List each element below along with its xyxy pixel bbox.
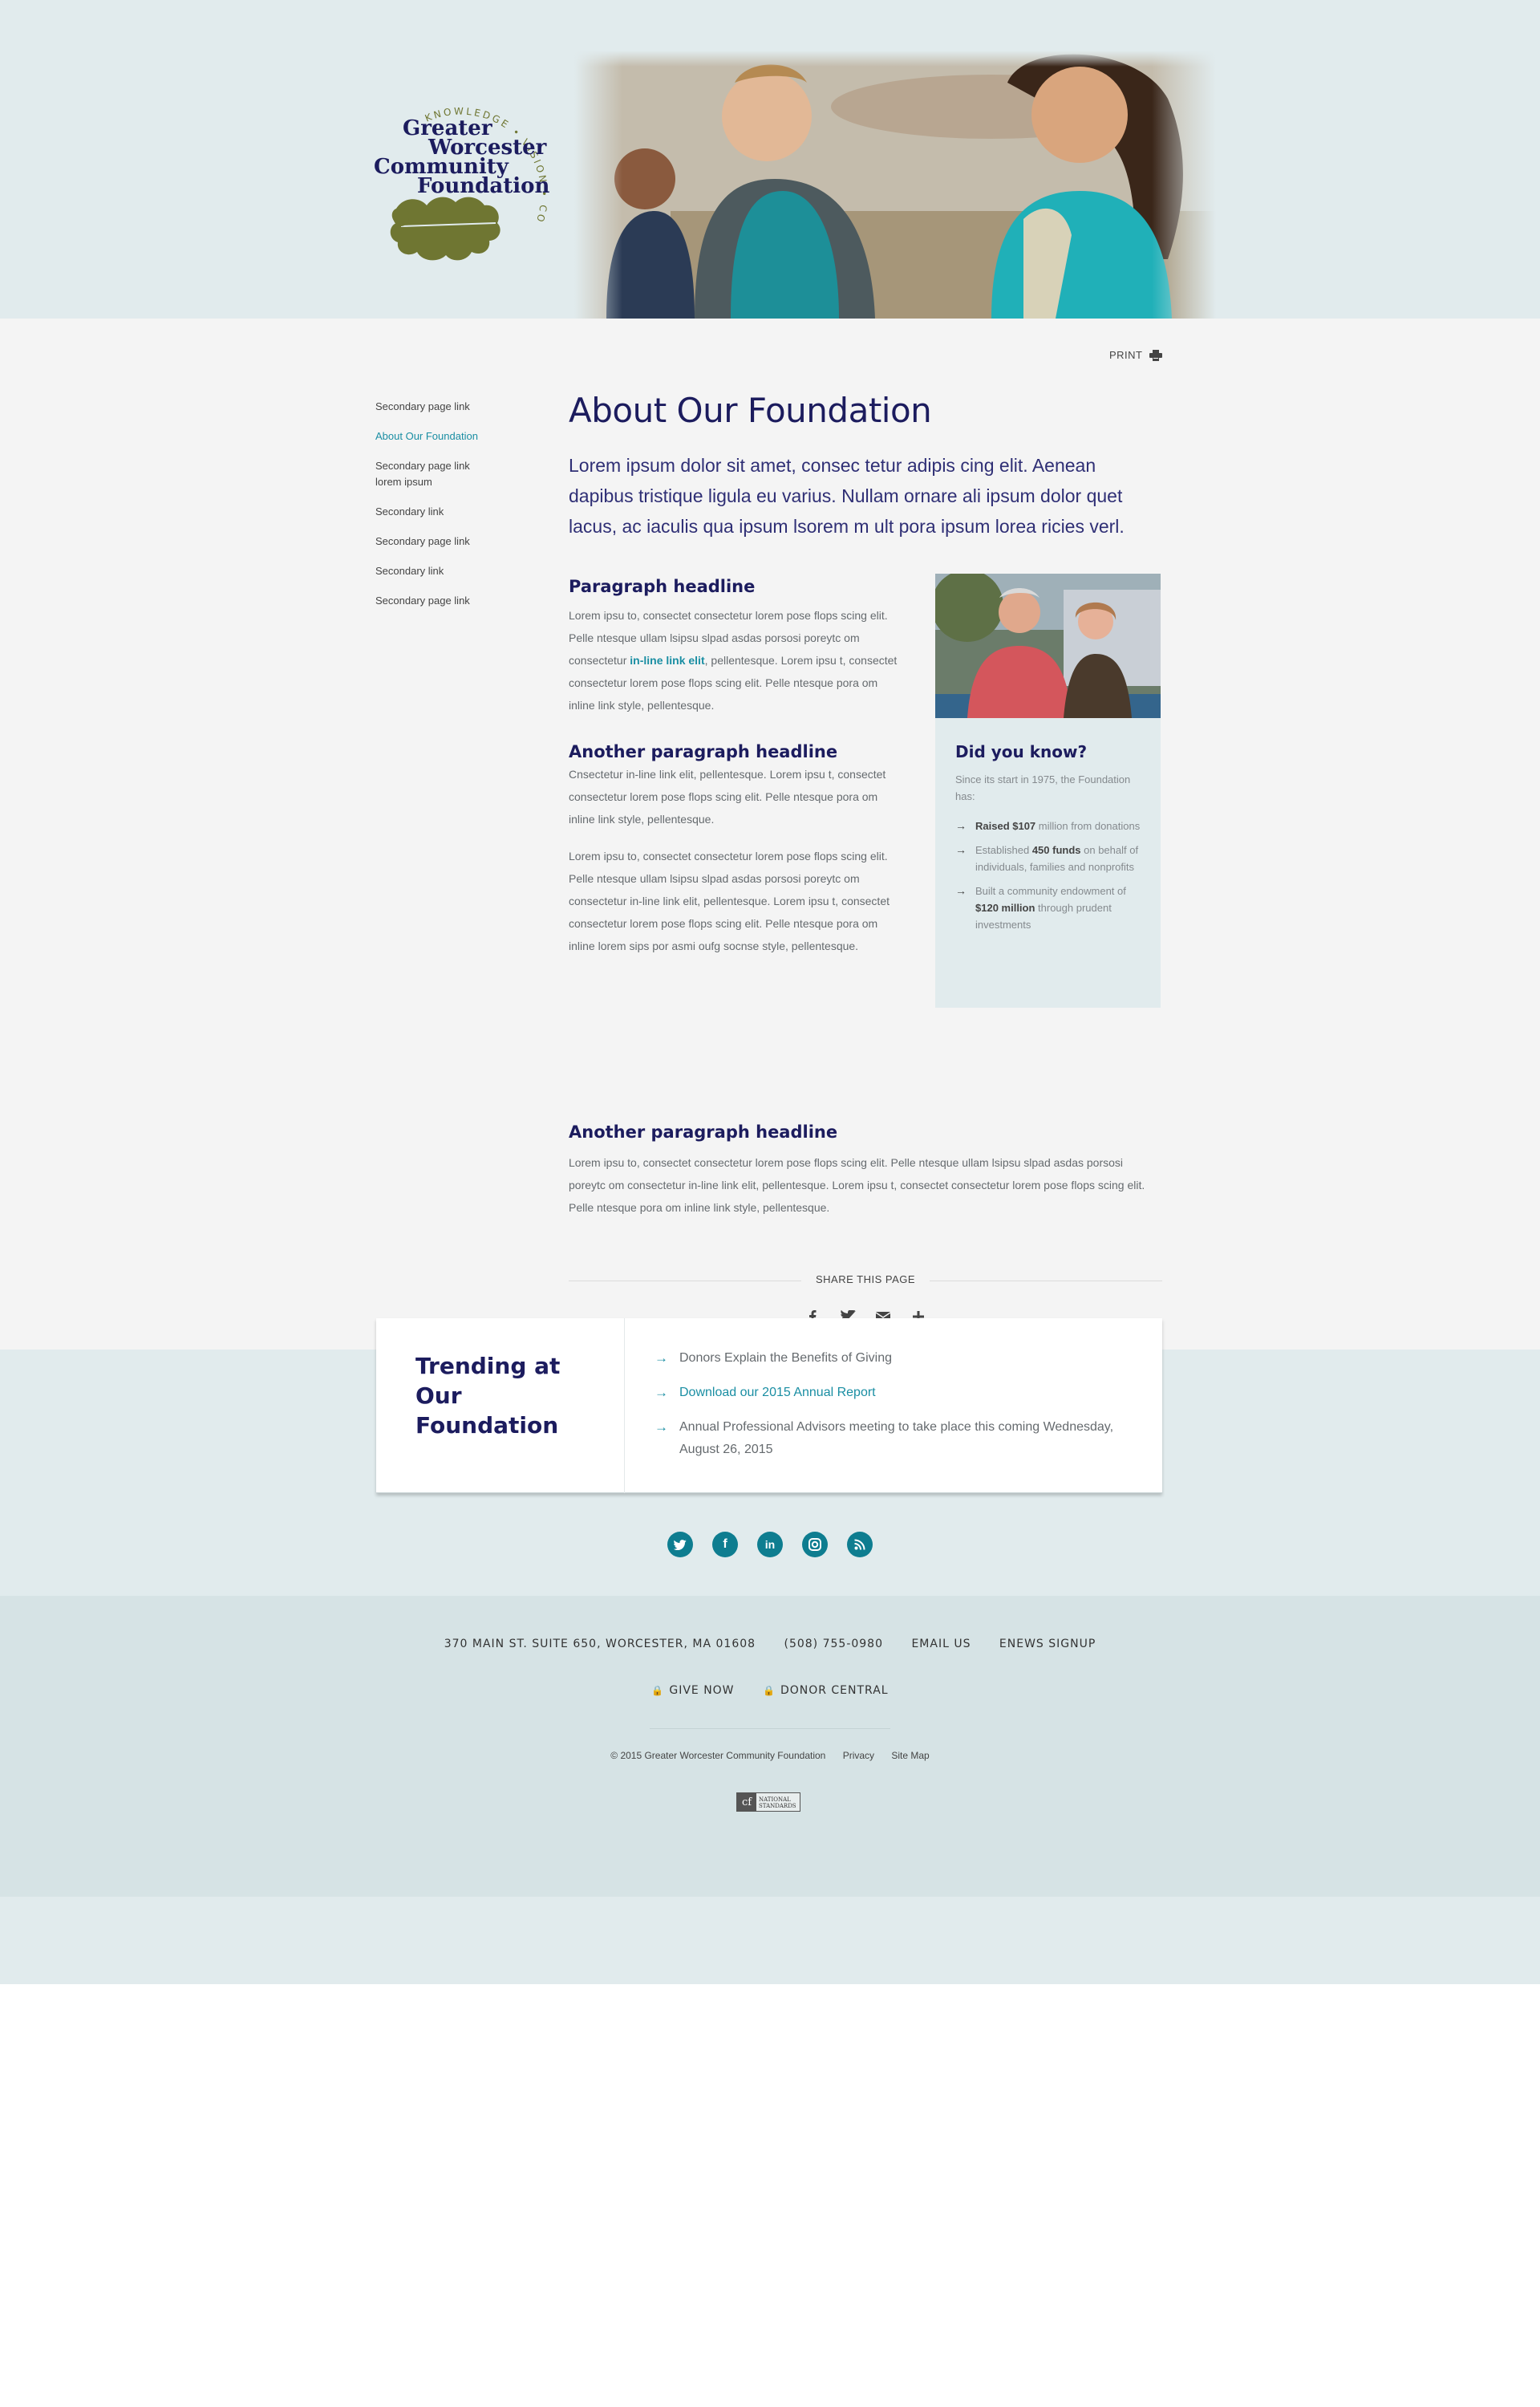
section-paragraph: Lorem ipsu to, consectet consectetur lor… <box>569 1156 1145 1214</box>
list-item: → Established 450 funds on behalf of ind… <box>955 843 1139 873</box>
divider <box>624 1318 625 1493</box>
article: About Our Foundation Lorem ipsum dolor s… <box>569 391 1162 1324</box>
give-now-link[interactable]: 🔒 GIVE NOW <box>651 1684 734 1697</box>
trending-item-annual-report[interactable]: → Download our 2015 Annual Report <box>654 1382 1128 1404</box>
intro-paragraph: Lorem ipsum dolor sit amet, consec tetur… <box>569 455 1125 537</box>
trending-item[interactable]: → Donors Explain the Benefits of Giving <box>654 1347 1128 1370</box>
footer-legal: © 2015 Greater Worcester Community Found… <box>0 1750 1540 1761</box>
sidenav-item[interactable]: Secondary page link <box>375 593 536 609</box>
sidenav-item[interactable]: Secondary link <box>375 563 536 579</box>
social-links: f in <box>0 1532 1540 1557</box>
trending-card: Trending at Our Foundation → Donors Expl… <box>376 1318 1162 1493</box>
list-item: → Built a community endowment of $120 mi… <box>955 884 1126 931</box>
donor-central-link[interactable]: 🔒 DONOR CENTRAL <box>763 1684 889 1697</box>
section-paragraph: Lorem ipsu to, consectet consectetur lor… <box>569 850 890 952</box>
foundation-logo[interactable]: KNOWLEDGE • VISION • COMMITMENT Greater … <box>371 88 563 273</box>
rss-icon[interactable] <box>847 1532 873 1557</box>
did-you-know-panel: Did you know? Since its start in 1975, t… <box>935 574 1161 1008</box>
hero-image-children-running <box>574 51 1216 319</box>
sidenav-item[interactable]: Secondary link <box>375 504 536 520</box>
section-paragraph: Cnsectetur in-line link elit, pellentesq… <box>569 768 886 826</box>
did-you-know-title: Did you know? <box>955 742 1088 761</box>
facebook-icon[interactable]: f <box>712 1532 738 1557</box>
arrow-right-icon: → <box>654 1419 668 1435</box>
did-you-know-subtitle: Since its start in 1975, the Foundation … <box>955 773 1131 802</box>
trending-title: Trending at Our Foundation <box>415 1353 561 1439</box>
arrow-right-icon: → <box>955 819 967 832</box>
share-label: SHARE THIS PAGE <box>801 1273 930 1285</box>
secondary-nav: Secondary page link About Our Foundation… <box>375 399 536 623</box>
footer-email-link[interactable]: EMAIL US <box>911 1638 971 1650</box>
lock-icon: 🔒 <box>651 1685 665 1696</box>
printer-icon <box>1149 349 1162 361</box>
section-headline: Paragraph headline <box>569 577 756 596</box>
section-headline: Another paragraph headline <box>569 1122 838 1142</box>
footer: 370 MAIN ST. SUITE 650, WORCESTER, MA 01… <box>0 1596 1540 1897</box>
sidenav-item[interactable]: Secondary page link <box>375 534 536 550</box>
instagram-icon[interactable] <box>802 1532 828 1557</box>
sidenav-item-active[interactable]: About Our Foundation <box>375 428 536 444</box>
cf-mark: cf <box>737 1793 756 1811</box>
national-standards-badge[interactable]: cf National Standards <box>736 1792 800 1812</box>
footer-bottom-band <box>0 1897 1540 1984</box>
print-label: PRINT <box>1109 349 1143 361</box>
arrow-right-icon: → <box>654 1350 668 1366</box>
couple-photo <box>935 574 1161 718</box>
footer-contact-links: 370 MAIN ST. SUITE 650, WORCESTER, MA 01… <box>0 1638 1540 1650</box>
section-paragraph: Lorem ipsu to, consectet consectetur lor… <box>569 609 898 712</box>
lock-icon: 🔒 <box>762 1685 776 1696</box>
section-headline: Another paragraph headline <box>569 742 838 761</box>
linkedin-icon[interactable]: in <box>757 1532 783 1557</box>
sidenav-item[interactable]: Secondary page link <box>375 399 536 415</box>
article-full-width-section: Another paragraph headline Lorem ipsu to… <box>569 1121 1162 1219</box>
arrow-right-icon: → <box>955 884 967 897</box>
sitemap-link[interactable]: Site Map <box>891 1750 929 1761</box>
list-item: → Raised $107 million from donations <box>955 818 1141 834</box>
did-you-know-list: → Raised $107 million from donations → E… <box>955 818 1141 933</box>
trending-list: → Donors Explain the Benefits of Giving … <box>654 1347 1128 1473</box>
arrow-right-icon: → <box>955 843 967 856</box>
page-title: About Our Foundation <box>569 391 932 430</box>
footer-action-links: 🔒 GIVE NOW 🔒 DONOR CENTRAL <box>0 1684 1540 1697</box>
badge-text: National Standards <box>759 1796 796 1809</box>
print-button[interactable]: PRINT <box>1109 349 1162 361</box>
footer-enews-link[interactable]: ENEWS SIGNUP <box>999 1638 1096 1650</box>
footer-address: 370 MAIN ST. SUITE 650, WORCESTER, MA 01… <box>444 1638 756 1650</box>
main-content-area: PRINT Secondary page link About Our Foun… <box>0 319 1540 1350</box>
oak-leaf-icon <box>390 197 500 261</box>
header: KNOWLEDGE • VISION • COMMITMENT Greater … <box>0 0 1540 319</box>
copyright-text: © 2015 Greater Worcester Community Found… <box>610 1750 826 1761</box>
twitter-icon[interactable] <box>667 1532 693 1557</box>
trending-item[interactable]: → Annual Professional Advisors meeting t… <box>654 1416 1128 1461</box>
inline-link[interactable]: in-line link elit <box>630 654 704 667</box>
article-left-column: Paragraph headline Lorem ipsu to, consec… <box>569 575 906 957</box>
footer-phone[interactable]: (508) 755-0980 <box>784 1638 884 1650</box>
privacy-link[interactable]: Privacy <box>843 1750 874 1761</box>
footer-divider <box>650 1728 890 1729</box>
share-this-page: SHARE THIS PAGE <box>569 1273 1162 1325</box>
arrow-right-icon: → <box>654 1385 668 1400</box>
sidenav-item[interactable]: Secondary page link lorem ipsum <box>375 458 488 490</box>
